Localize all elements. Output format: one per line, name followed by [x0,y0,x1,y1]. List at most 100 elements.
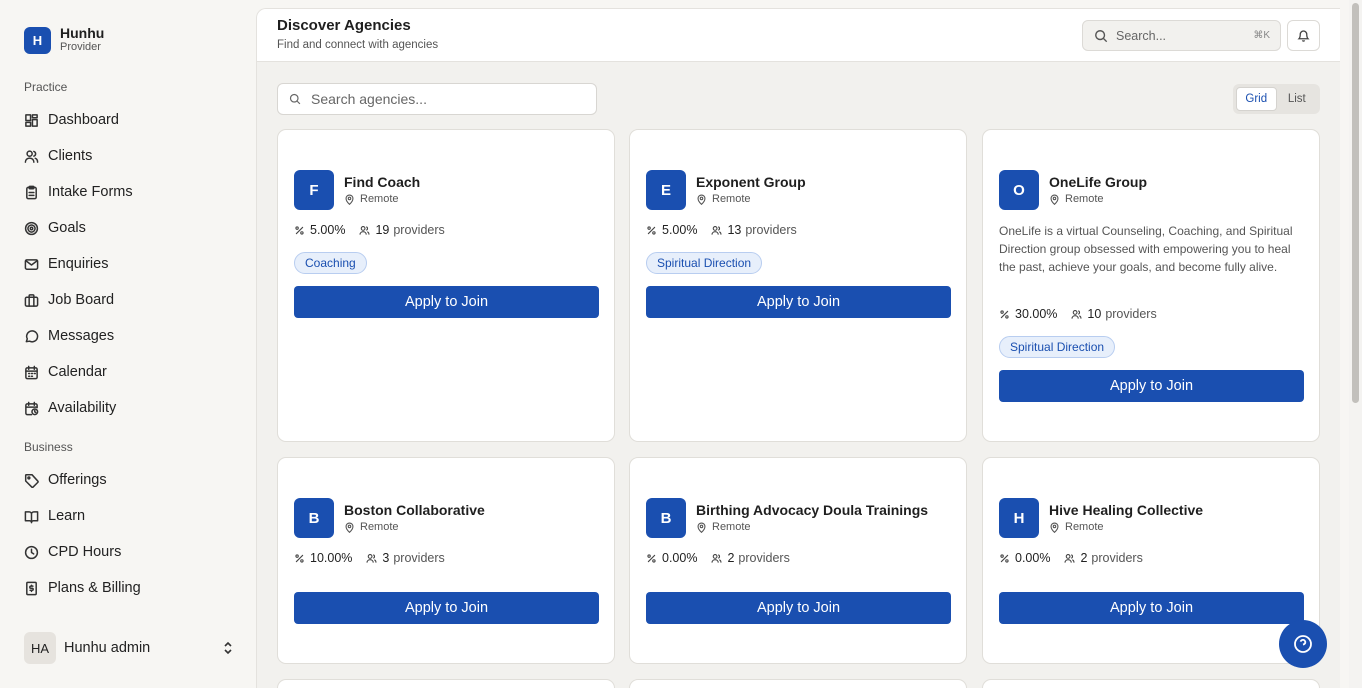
brand-name: Hunhu [60,25,105,41]
brand-role: Provider [60,41,101,53]
agency-location: Remote [696,521,751,533]
notifications-button[interactable] [1287,20,1320,51]
sidebar-item-learn[interactable]: Learn [24,506,85,526]
bell-icon [1297,30,1310,42]
calendar-icon [25,365,38,379]
providers-label: providers [738,551,790,565]
global-search-input[interactable]: Search... ⌘K [1082,20,1281,51]
sidebar-item-messages[interactable]: Messages [24,326,114,346]
sidebar-item-enquiries[interactable]: Enquiries [24,254,108,274]
user-name: Hunhu admin [64,640,151,656]
apply-to-join-button[interactable]: Apply to Join [999,370,1304,402]
sidebar-item-cpd-hours[interactable]: CPD Hours [24,542,121,562]
apply-to-join-button[interactable]: Apply to Join [294,286,599,318]
providers-count: 2 [1080,551,1088,565]
percent-icon [295,553,304,563]
view-toggle: Grid List [1233,84,1320,114]
message-icon [25,329,39,342]
map-pin-icon [345,194,354,205]
apply-to-join-button[interactable]: Apply to Join [646,592,951,624]
receipt-icon [26,581,37,595]
commission-value: 5.00% [662,223,698,237]
apply-to-join-button[interactable]: Apply to Join [646,286,951,318]
specialty-tag: Spiritual Direction [999,336,1116,358]
agency-location: Remote [1049,193,1104,205]
list-view-button[interactable]: List [1277,87,1317,111]
sidebar-item-label: Plans & Billing [48,580,141,596]
map-pin-icon [345,522,354,533]
global-search-placeholder: Search... [1116,28,1167,43]
commission-value: 5.00% [310,223,346,237]
sidebar-item-label: CPD Hours [48,544,122,560]
scrollbar-thumb[interactable] [1352,3,1359,403]
sidebar-item-availability[interactable]: Availability [24,398,116,418]
agency-name: Find Coach [344,174,421,190]
sidebar-item-plans-billing[interactable]: Plans & Billing [24,578,141,598]
sidebar-item-offerings[interactable]: Offerings [24,470,107,490]
sidebar-item-dashboard[interactable]: Dashboard [24,110,119,130]
providers-count: 10 [1087,307,1102,321]
providers-count: 19 [375,223,390,237]
page-scrollbar[interactable] [1349,0,1362,688]
help-button[interactable] [1279,620,1327,668]
agency-description: OneLife is a virtual Counseling, Coachin… [999,224,1293,274]
providers-label: providers [745,223,797,237]
agency-logo: H [999,498,1039,538]
clock-icon [24,545,39,559]
sidebar-item-goals[interactable]: Goals [24,218,86,238]
commission-value: 0.00% [1015,551,1051,565]
map-pin-icon [697,522,706,533]
agency-stats: 0.00% 2 providers [999,551,1157,565]
agency-card: F Find Coach Remote 5.00% 19 providers Co… [277,129,615,442]
sidebar-item-job-board[interactable]: Job Board [24,290,114,310]
section-label-business: Business [24,440,73,454]
grid-view-button[interactable]: Grid [1236,87,1277,111]
agency-stats: 5.00% 13 providers [646,223,811,237]
sidebar-item-intake-forms[interactable]: Intake Forms [24,182,133,202]
page-title: Discover Agencies [277,17,411,34]
book-icon [24,510,39,523]
sidebar-item-label: Goals [48,220,86,236]
agency-logo: B [294,498,334,538]
map-pin-icon [1050,194,1059,205]
specialty-tag: Spiritual Direction [646,252,763,274]
agency-stats: 30.00% 10 providers [999,307,1171,321]
providers-label: providers [1091,551,1143,565]
providers-count: 3 [382,551,390,565]
agency-card: B Birthing Advocacy Doula Trainings Remo… [629,457,967,664]
agency-stats: 5.00% 19 providers [294,223,459,237]
agency-card-partial [277,679,615,688]
agency-stats: 10.00% 3 providers [294,551,459,565]
percent-icon [1000,553,1009,563]
agency-logo: F [294,170,334,210]
chevrons-up-down-icon [224,641,232,655]
users-icon [359,225,370,235]
briefcase-icon [24,293,39,307]
brand[interactable]: H Hunhu Provider [24,26,104,54]
commission-value: 30.00% [1015,307,1058,321]
agency-card: B Boston Collaborative Remote 10.00% 3 pr… [277,457,615,664]
sidebar-item-calendar[interactable]: Calendar [24,362,107,382]
mail-icon [24,258,39,270]
agency-search-placeholder: Search agencies... [311,91,427,107]
agency-name: OneLife Group [1049,174,1147,190]
sidebar: H Hunhu Provider Practice Dashboard Clie… [0,0,256,688]
clipboard-icon [26,185,37,199]
target-icon [24,221,39,235]
user-menu[interactable]: HA Hunhu admin [24,632,234,664]
search-icon [1095,29,1108,42]
users-icon [711,553,722,563]
agency-name: Hive Healing Collective [1049,502,1204,518]
agency-location: Remote [696,193,751,205]
agency-location: Remote [344,521,399,533]
agency-card-partial [982,679,1320,688]
users-icon [1064,553,1075,563]
agency-search-input[interactable]: Search agencies... [277,83,597,115]
apply-to-join-button[interactable]: Apply to Join [294,592,599,624]
sidebar-item-clients[interactable]: Clients [24,146,92,166]
apply-to-join-button[interactable]: Apply to Join [999,592,1304,624]
providers-count: 2 [727,551,735,565]
avatar: HA [24,632,56,664]
commission-value: 0.00% [662,551,698,565]
search-icon [289,93,301,105]
